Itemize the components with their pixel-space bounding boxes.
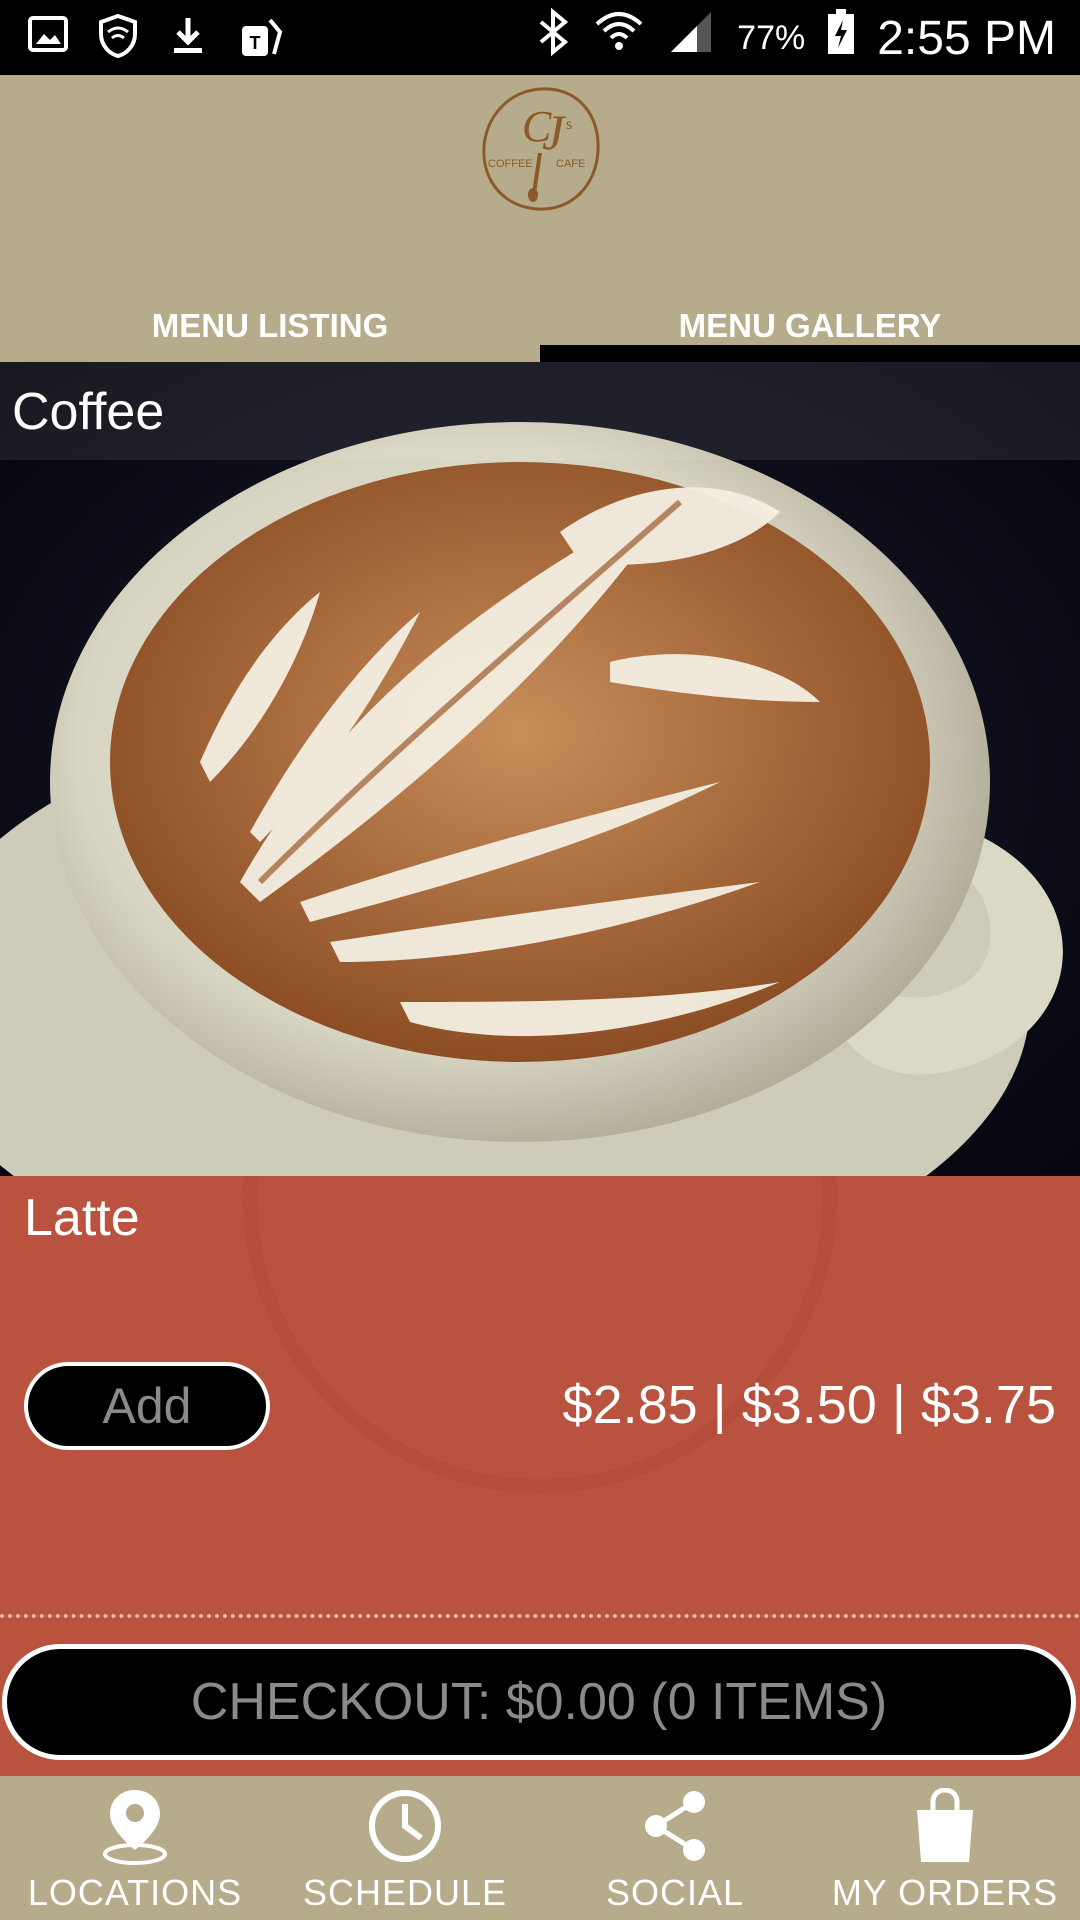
status-bar: T 77% 2:55 PM [0, 0, 1080, 75]
tab-menu-listing-label: MENU LISTING [151, 307, 389, 344]
nav-social[interactable]: SOCIAL [540, 1776, 810, 1920]
nav-locations[interactable]: LOCATIONS [0, 1776, 270, 1920]
item-name: Latte [24, 1189, 140, 1247]
nav-my-orders[interactable]: MY ORDERS [810, 1776, 1080, 1920]
tab-menu-gallery-label: MENU GALLERY [678, 307, 942, 344]
bluetooth-icon [537, 7, 571, 68]
svg-text:J: J [542, 104, 567, 160]
download-icon [168, 14, 208, 65]
latte-photo [0, 362, 1080, 1176]
image-notification-icon [28, 14, 68, 65]
tab-menu-gallery[interactable]: MENU GALLERY [540, 290, 1080, 362]
checkout-button[interactable]: CHECKOUT: $0.00 (0 ITEMS) [2, 1644, 1076, 1760]
svg-text:CAFE: CAFE [556, 158, 585, 170]
menu-tabs: MENU LISTING MENU GALLERY [0, 290, 1080, 362]
selected-tab-indicator [540, 345, 1080, 362]
bottom-navigation: LOCATIONS SCHEDULE SOCIAL MY ORDERS [0, 1776, 1080, 1920]
svg-text:s: s [566, 116, 572, 133]
cjs-coffee-cafe-logo: C J s COFFEE CAFE [478, 83, 604, 215]
divider [0, 1614, 1080, 1618]
wifi-icon [593, 8, 645, 68]
nav-schedule-label: SCHEDULE [302, 1872, 508, 1913]
clock-time: 2:55 PM [877, 11, 1056, 65]
nav-my-orders-label: MY ORDERS [831, 1872, 1059, 1913]
add-button[interactable]: Add [24, 1362, 270, 1450]
svg-text:T: T [250, 33, 261, 53]
add-button-label: Add [102, 1378, 192, 1434]
shopping-bag-icon [913, 1786, 977, 1866]
menu-item-image[interactable]: Coffee [0, 362, 1080, 1176]
location-pin-icon [100, 1786, 170, 1866]
battery-percent: 77% [737, 18, 806, 57]
tmobile-icon: T [238, 14, 286, 65]
category-title: Coffee [12, 383, 165, 441]
share-icon [640, 1786, 710, 1866]
clock-icon [367, 1786, 443, 1866]
app-header: C J s COFFEE CAFE MENU LISTING MENU GALL… [0, 75, 1080, 362]
item-prices: $2.85 | $3.50 | $3.75 [562, 1375, 1056, 1435]
shield-wifi-icon [98, 13, 138, 65]
svg-text:COFFEE: COFFEE [488, 158, 533, 170]
nav-schedule[interactable]: SCHEDULE [270, 1776, 540, 1920]
battery-icon [827, 8, 855, 68]
nav-locations-label: LOCATIONS [27, 1872, 243, 1913]
nav-social-label: SOCIAL [605, 1872, 745, 1913]
tab-menu-listing[interactable]: MENU LISTING [0, 290, 540, 362]
checkout-label: CHECKOUT: $0.00 (0 ITEMS) [190, 1673, 888, 1731]
signal-icon [667, 8, 715, 68]
